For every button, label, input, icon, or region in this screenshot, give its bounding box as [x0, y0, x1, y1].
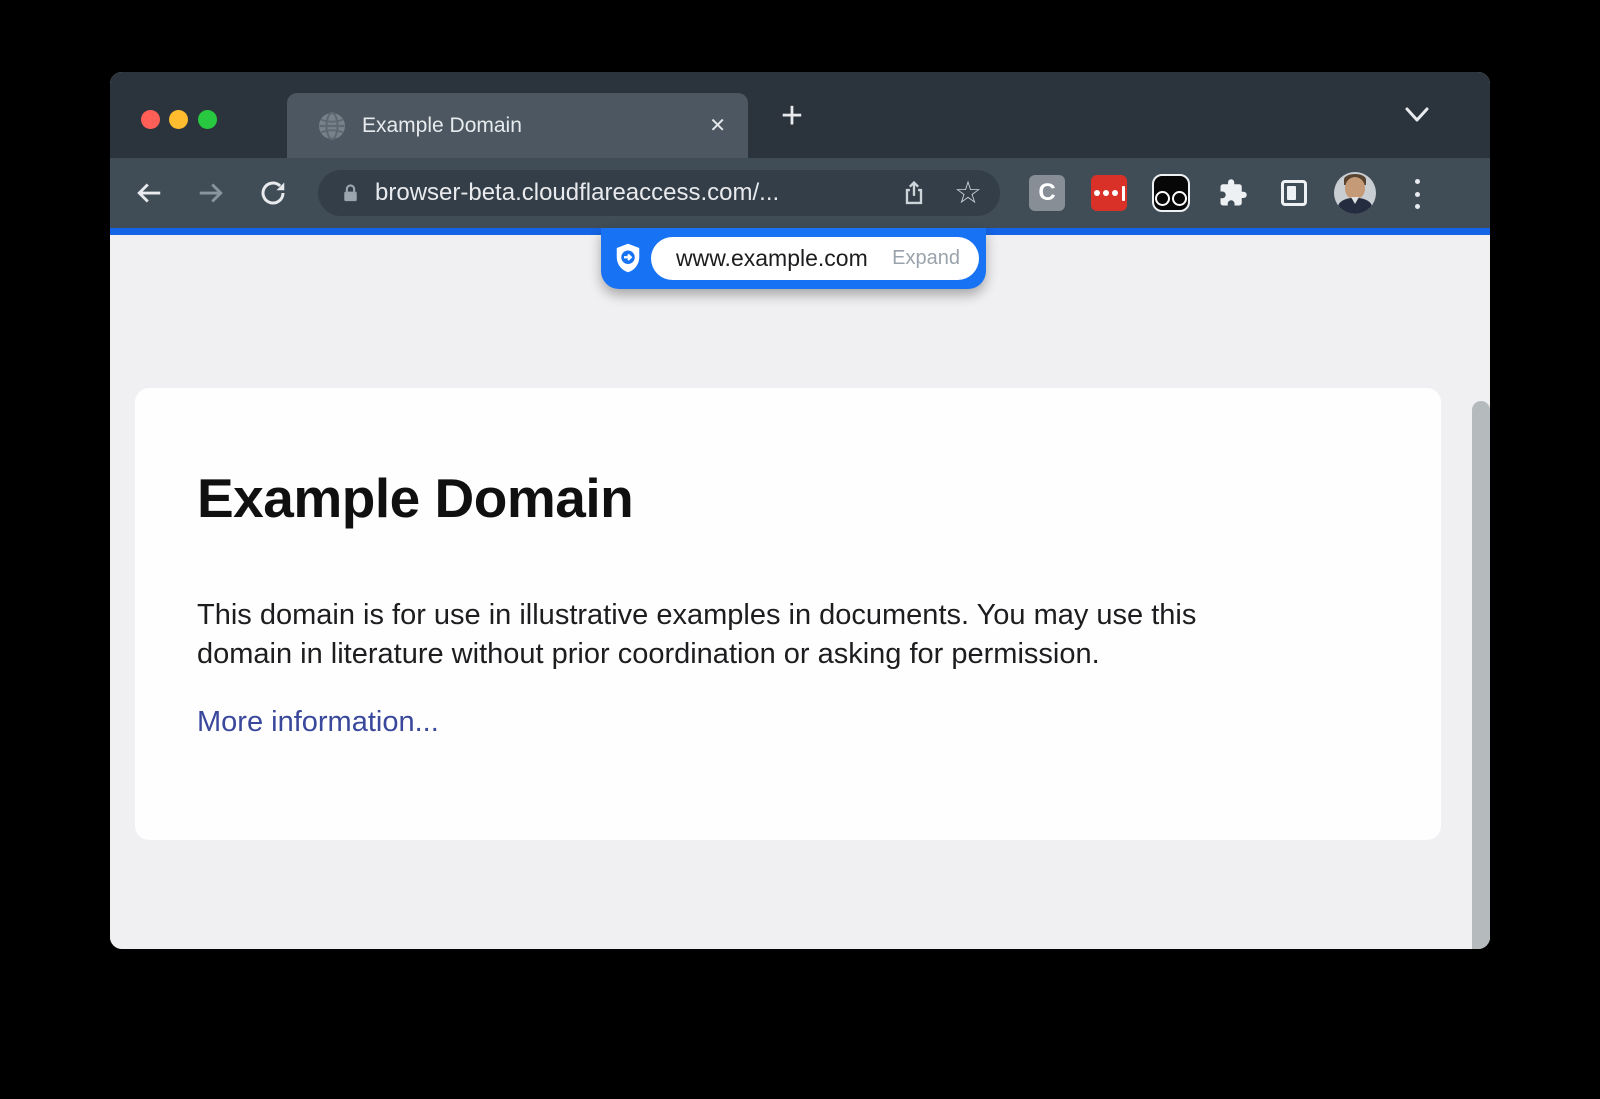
forward-button[interactable] [194, 176, 228, 210]
browser-window: Example Domain ✕ + [110, 72, 1490, 949]
back-arrow-icon [134, 178, 164, 208]
expand-button[interactable]: Expand [892, 247, 960, 270]
kebab-menu-icon[interactable] [1413, 177, 1421, 211]
macos-close-button[interactable] [141, 110, 160, 129]
reload-icon [258, 178, 288, 208]
toolbar: browser-beta.cloudflareaccess.com/... ☆ … [110, 158, 1490, 228]
side-panel-icon[interactable] [1281, 180, 1307, 206]
more-information-link[interactable]: More information... [197, 706, 439, 739]
extensions-puzzle-icon[interactable] [1218, 178, 1248, 208]
example-domain-card: Example Domain This domain is for use in… [135, 388, 1441, 840]
isolated-domain-text: www.example.com [676, 245, 868, 272]
url-text[interactable]: browser-beta.cloudflareaccess.com/... [375, 179, 779, 207]
recorder-extension-icon[interactable] [1152, 174, 1190, 212]
bookmark-star-icon[interactable]: ☆ [954, 179, 982, 207]
address-bar[interactable]: browser-beta.cloudflareaccess.com/... ☆ [318, 170, 1000, 216]
close-tab-icon[interactable]: ✕ [709, 116, 726, 136]
isolation-domain-pill[interactable]: www.example.com Expand [601, 228, 986, 289]
tab-strip: Example Domain ✕ + [110, 72, 1490, 158]
isolation-pill-inner[interactable]: www.example.com Expand [651, 237, 979, 280]
globe-icon [317, 111, 347, 141]
page-title: Example Domain [197, 466, 633, 530]
scrollbar-thumb[interactable] [1472, 401, 1490, 949]
share-icon[interactable] [900, 179, 928, 207]
lastpass-extension-icon[interactable] [1091, 175, 1127, 211]
macos-minimize-button[interactable] [169, 110, 188, 129]
page-paragraph: This domain is for use in illustrative e… [197, 596, 1196, 674]
back-button[interactable] [132, 176, 166, 210]
tab-title: Example Domain [362, 114, 522, 138]
profile-avatar[interactable] [1334, 172, 1376, 214]
lock-icon[interactable] [339, 182, 362, 205]
forward-arrow-icon [196, 178, 226, 208]
macos-zoom-button[interactable] [198, 110, 217, 129]
page-viewport: Example Domain This domain is for use in… [110, 235, 1490, 949]
reload-button[interactable] [256, 176, 290, 210]
shield-arrow-icon [613, 242, 643, 275]
new-tab-button[interactable]: + [770, 94, 814, 138]
extension-c-icon[interactable]: C [1029, 175, 1065, 211]
chevron-down-icon[interactable] [1403, 104, 1431, 126]
tab-example-domain[interactable]: Example Domain ✕ [287, 93, 748, 158]
